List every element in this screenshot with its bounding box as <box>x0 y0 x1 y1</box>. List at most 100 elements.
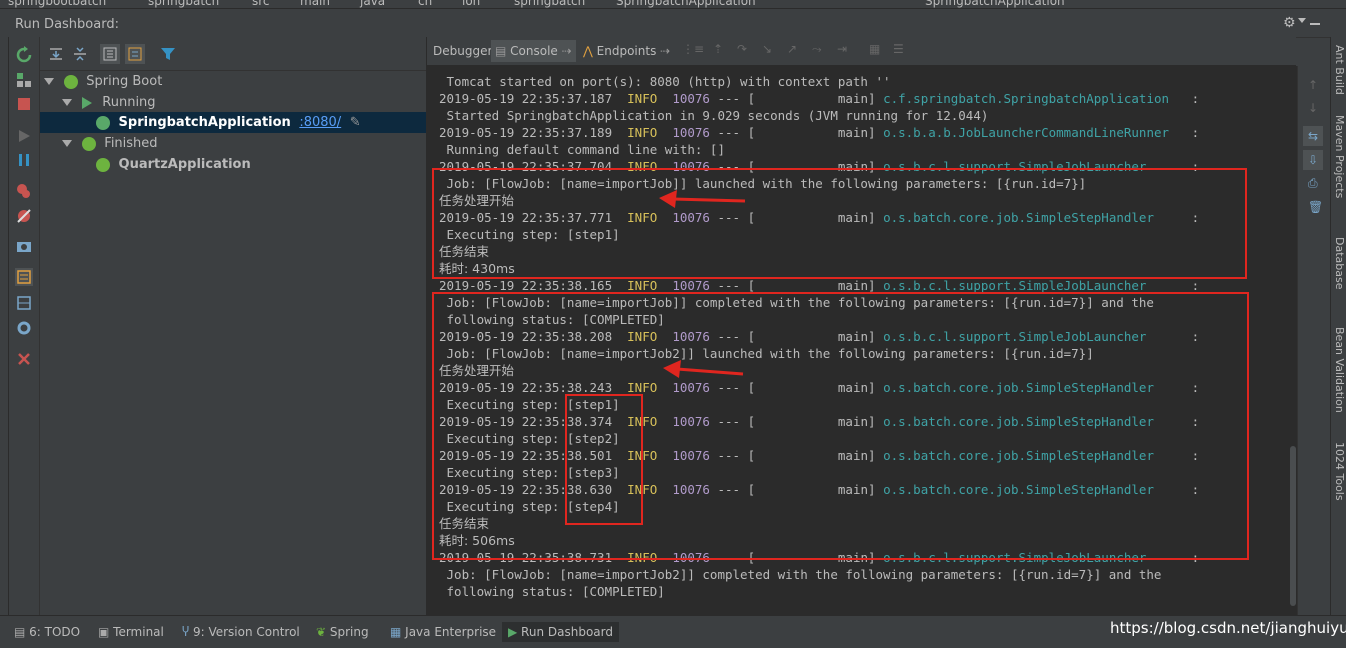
pin-icon: ⇢ <box>557 44 572 58</box>
app-name: QuartzApplication <box>118 157 251 172</box>
todo-icon: ▤ <box>14 625 30 639</box>
resume-icon[interactable] <box>15 127 33 145</box>
chevron-down-icon[interactable] <box>62 99 72 106</box>
running-icon <box>82 96 93 109</box>
tab-terminal[interactable]: ▣ Terminal <box>98 622 164 642</box>
force-step-icon[interactable]: ⤳ <box>812 42 822 57</box>
stop-icon[interactable] <box>15 95 33 113</box>
step-out-icon[interactable]: ↗ <box>787 42 797 56</box>
settings-icon[interactable] <box>15 319 33 337</box>
layout-icon[interactable] <box>15 294 33 312</box>
tree-label: Running <box>102 95 156 110</box>
tree-label: Spring Boot <box>86 74 163 89</box>
rerun-icon[interactable] <box>15 46 33 64</box>
log-thread: --- [ main] <box>709 125 884 140</box>
group-by-type-icon[interactable] <box>100 44 120 64</box>
pause-icon[interactable] <box>15 151 33 169</box>
console-side-toolbar: ↑ ↓ ⇆ ⇩ ⎙ 🗑 <box>1297 66 1331 615</box>
log-level: INFO <box>627 278 658 293</box>
mute-breakpoints-icon[interactable] <box>15 207 33 225</box>
tab-todo[interactable]: ▤ 6: TODO <box>14 622 80 642</box>
chevron-down-icon[interactable] <box>1298 18 1306 23</box>
run-dashboard-tree-panel: Spring Boot Running SpringbatchApplicati… <box>40 37 427 615</box>
step-into-icon[interactable]: ↘ <box>762 42 772 56</box>
chevron-down-icon[interactable] <box>62 140 72 147</box>
trace-icon[interactable]: ☰ <box>893 42 904 56</box>
restore-layout-icon[interactable] <box>15 268 33 286</box>
crumb[interactable]: lon <box>462 0 480 8</box>
console-scrollbar[interactable] <box>1290 446 1296 606</box>
run-to-cursor-icon[interactable]: ⇥ <box>837 42 847 56</box>
chevron-down-icon[interactable] <box>44 78 54 85</box>
breakpoints-icon[interactable] <box>15 182 33 200</box>
tree-node-running[interactable]: Running <box>62 93 156 113</box>
pin-icon: ⇢ <box>656 44 671 58</box>
threads-icon[interactable]: ⋮≡ <box>682 42 704 56</box>
filter-icon[interactable] <box>158 44 178 64</box>
crumb[interactable]: springbootbatch <box>8 0 106 8</box>
tab-run-dashboard[interactable]: ▶ Run Dashboard <box>502 622 619 642</box>
tree-node-quartz-application[interactable]: QuartzApplication <box>96 155 251 175</box>
port-link[interactable]: :8080/ <box>299 115 341 130</box>
left-tool-strip <box>0 37 9 615</box>
arrow-up-icon[interactable]: ↑ <box>1308 78 1318 92</box>
collapse-all-icon[interactable] <box>70 44 90 64</box>
log-pid: 10076 <box>672 91 710 106</box>
crumb[interactable]: main <box>300 0 330 8</box>
sidebar-item-ant-build[interactable]: Ant Build <box>1333 45 1346 95</box>
tab-java-enterprise[interactable]: ▦ Java Enterprise <box>390 622 496 642</box>
log-pid: 10076 <box>672 125 710 140</box>
crumb[interactable]: springbatch <box>148 0 219 8</box>
run-config-select[interactable]: SpringbatchApplication <box>925 0 1065 8</box>
crumb[interactable]: cn <box>418 0 432 8</box>
log-line: Tomcat started on port(s): 8080 (http) w… <box>439 74 891 89</box>
log-pid: 10076 <box>672 278 710 293</box>
arrow-down-icon[interactable]: ↓ <box>1308 101 1318 115</box>
evaluate-icon[interactable]: ▦ <box>869 42 880 56</box>
sidebar-item-maven-projects[interactable]: Maven Projects <box>1333 115 1346 198</box>
sidebar-item-1024-tools[interactable]: 1024 Tools <box>1333 442 1346 501</box>
log-separator: : <box>1184 125 1200 140</box>
rerun-failed-icon[interactable] <box>15 71 33 89</box>
close-icon[interactable] <box>15 350 33 368</box>
watermark: https://blog.csdn.net/jianghuiyun <box>1110 619 1346 637</box>
page-title: Run Dashboard: <box>15 17 119 32</box>
minimize-icon[interactable] <box>1310 23 1320 25</box>
crumb[interactable]: src <box>252 0 270 8</box>
tab-version-control[interactable]: Ⴤ 9: Version Control <box>182 622 300 642</box>
annotation-box <box>432 292 1249 560</box>
camera-icon[interactable] <box>15 237 33 255</box>
log-thread: --- [ main] <box>709 91 884 106</box>
print-icon[interactable]: ⎙ <box>1308 176 1318 191</box>
soft-wrap-icon[interactable]: ⇆ <box>1303 126 1323 146</box>
group-by-status-icon[interactable] <box>125 44 145 64</box>
expand-all-icon[interactable] <box>46 44 66 64</box>
tab-debugger[interactable]: Debugger <box>433 44 492 58</box>
tree-node-springbatch-application[interactable]: SpringbatchApplication :8080/ ✎ <box>96 113 361 133</box>
tree-node-finished[interactable]: Finished <box>62 134 158 154</box>
show-execution-point-icon[interactable]: ⇡ <box>713 42 723 56</box>
spring-icon: ❦ <box>316 625 330 639</box>
scroll-to-end-icon[interactable]: ⇩ <box>1303 150 1323 170</box>
log-logger: o.s.b.a.b.JobLauncherCommandLineRunner <box>883 125 1185 140</box>
log-level: INFO <box>627 125 658 140</box>
console-output[interactable]: Tomcat started on port(s): 8080 (http) w… <box>427 66 1297 615</box>
branch-icon: Ⴤ <box>182 625 193 639</box>
crumb[interactable]: springbatch <box>514 0 585 8</box>
log-line: Job: [FlowJob: [name=importJob2]] comple… <box>439 567 1162 582</box>
tab-console[interactable]: ▤ Console ⇢ <box>491 40 576 62</box>
trash-icon[interactable]: 🗑 <box>1308 200 1323 214</box>
tab-endpoints[interactable]: ⋀ Endpoints ⇢ <box>583 44 670 58</box>
crumb[interactable]: SpringbatchApplication <box>616 0 756 8</box>
console-icon: ▤ <box>495 44 511 58</box>
tree-node-spring-boot[interactable]: Spring Boot <box>44 72 162 92</box>
edit-icon[interactable]: ✎ <box>350 115 361 130</box>
gear-icon[interactable]: ⚙ <box>1283 15 1296 31</box>
tab-spring[interactable]: ❦ Spring <box>316 622 369 642</box>
sidebar-item-database[interactable]: Database <box>1333 237 1346 290</box>
log-line: 2019-05-19 22:35:37.189 INFO 10076 --- [… <box>439 124 1199 141</box>
sidebar-item-bean-validation[interactable]: Bean Validation <box>1333 327 1346 413</box>
step-over-icon[interactable]: ↷ <box>737 42 747 56</box>
crumb[interactable]: java <box>360 0 385 8</box>
log-timestamp: 2019-05-19 22:35:37.189 <box>439 125 613 140</box>
